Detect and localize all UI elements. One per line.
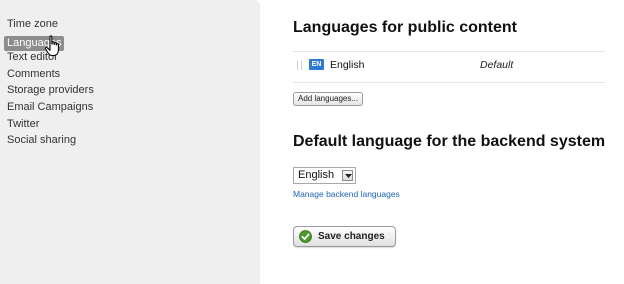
drag-handle-icon[interactable] (297, 61, 302, 70)
language-name: English (330, 59, 365, 71)
hand-pointer-icon (44, 35, 59, 56)
save-changes-label: Save changes (318, 231, 385, 242)
manage-backend-languages-link[interactable]: Manage backend languages (293, 189, 400, 199)
backend-language-select[interactable]: English (293, 167, 356, 184)
check-icon (299, 230, 312, 243)
sidebar-item-comments[interactable]: Comments (4, 66, 97, 83)
sidebar-item-twitter[interactable]: Twitter (4, 116, 97, 133)
sidebar-item-time-zone[interactable]: Time zone (4, 16, 97, 33)
save-changes-button[interactable]: Save changes (293, 226, 396, 247)
language-flag: EN (309, 59, 324, 70)
settings-page: Time zone Languages Text editor Comments… (0, 0, 624, 284)
settings-main: Languages for public content EN English … (293, 0, 605, 284)
settings-sidebar: Time zone Languages Text editor Comments… (0, 0, 260, 284)
sidebar-item-email-campaigns[interactable]: Email Campaigns (4, 99, 97, 116)
sidebar-item-social-sharing[interactable]: Social sharing (4, 132, 97, 149)
add-languages-button[interactable]: Add languages... (293, 92, 364, 106)
sidebar-item-storage-providers[interactable]: Storage providers (4, 82, 97, 99)
language-row: EN English Default (293, 57, 605, 75)
language-default-label: Default (480, 59, 514, 71)
divider (293, 51, 605, 52)
public-languages-title: Languages for public content (293, 19, 518, 36)
backend-language-title: Default language for the backend system (293, 133, 606, 150)
backend-language-value: English (298, 169, 335, 181)
divider (293, 82, 605, 83)
chevron-down-icon[interactable] (342, 170, 353, 181)
